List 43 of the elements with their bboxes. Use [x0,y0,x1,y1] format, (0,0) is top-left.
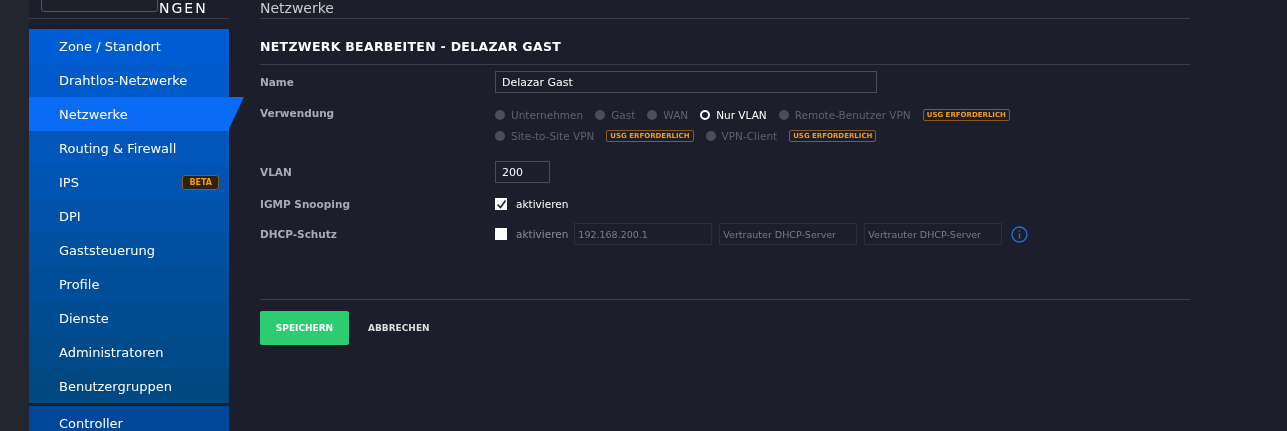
sidebar-item[interactable]: Dienste [29,301,229,335]
radio-button[interactable] [700,109,711,120]
radio-button[interactable] [595,109,606,120]
sidebar-item[interactable]: Administratoren [29,335,229,369]
beta-badge: BETA [182,174,219,190]
radio-label: Site-to-Site VPN [511,129,595,142]
field-label: Name [260,76,295,88]
sidebar-item[interactable]: DPI [29,199,229,233]
radio-label: Unternehmen [511,108,584,121]
sidebar-heading: NGEN [159,0,208,16]
page-title: Netzwerke [260,0,335,18]
sidebar-item[interactable]: Zone / Standort [29,29,229,63]
sidebar-item[interactable]: Gaststeuerung [29,233,229,267]
field-label: IGMP Snooping [260,198,351,210]
form-title: NETZWERK BEARBEITEN - DELAZAR GAST [260,38,562,56]
field-label: DHCP-Schutz [260,228,338,240]
radio-label: WAN [663,108,689,121]
checkbox-label: aktivieren [516,198,569,210]
radio-button[interactable] [778,109,789,120]
cancel-button[interactable]: ABBRECHEN [349,311,449,345]
radio-button[interactable] [495,109,505,120]
info-icon[interactable] [1011,225,1029,243]
radio-button[interactable] [705,130,716,141]
radio-label: Gast [611,108,636,121]
field-label: VLAN [260,166,293,178]
sidebar-item[interactable]: Controller [29,406,229,431]
sidebar-item[interactable]: Routing & Firewall [29,131,229,165]
checkbox-label: aktivieren [516,228,569,240]
sidebar-item[interactable]: IPS BETA [29,165,229,199]
vlan-input[interactable]: 200 [495,161,550,183]
radio-label: Remote-Benutzer VPN [794,108,911,121]
checkbox[interactable] [495,228,507,240]
checkbox[interactable] [495,198,507,210]
sidebar-item[interactable]: Drahtlos-Netzwerke [29,63,229,97]
field-label: Verwendung [260,107,336,119]
selection-pointer-icon [228,97,244,131]
sidebar-item[interactable]: Profile [29,267,229,301]
sidebar-item[interactable]: Benutzergruppen [29,369,229,403]
radio-label: VPN-Client [721,129,778,142]
name-input[interactable]: Delazar Gast [495,71,877,93]
radio-button[interactable] [647,109,658,120]
radio-label: Nur VLAN [716,108,767,121]
radio-button[interactable] [495,130,505,141]
